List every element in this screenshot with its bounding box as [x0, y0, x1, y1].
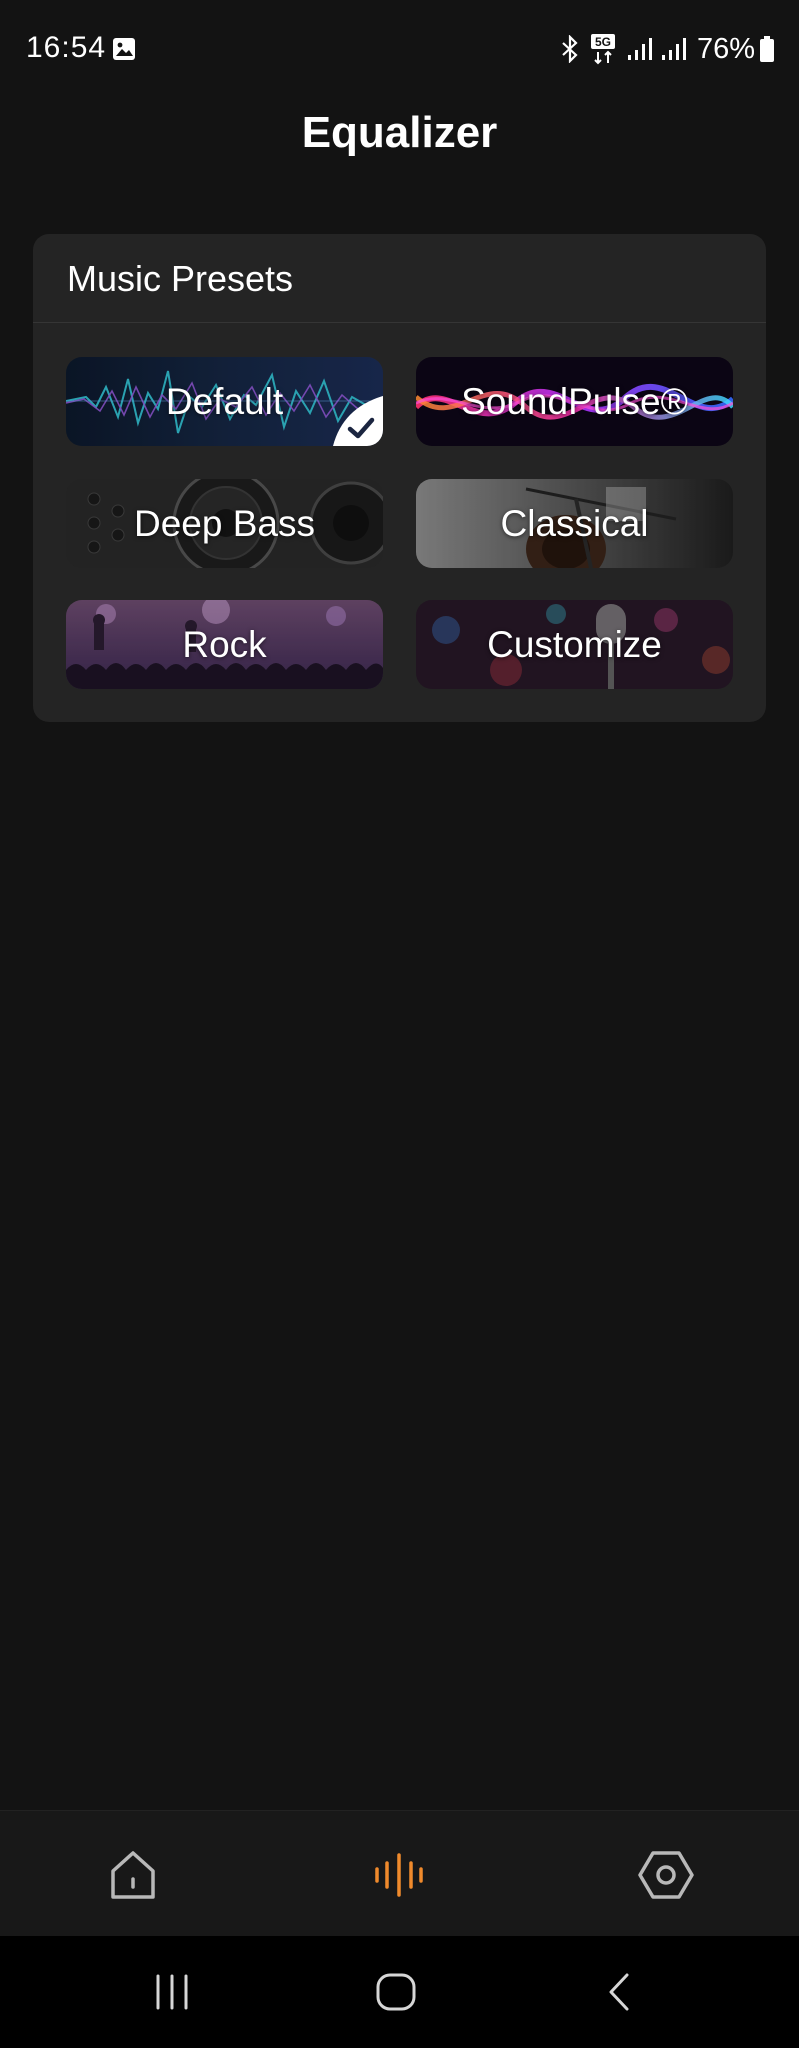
equalizer-icon — [375, 1853, 423, 1897]
preset-label: Customize — [487, 623, 662, 665]
image-icon — [113, 38, 135, 60]
back-button[interactable] — [590, 1962, 650, 2022]
recent-apps-button[interactable] — [142, 1962, 202, 2022]
bottom-nav — [0, 1810, 799, 1937]
preset-classical[interactable]: Classical — [416, 479, 733, 568]
page-title: Equalizer — [301, 108, 498, 157]
preset-label: SoundPulse® — [461, 380, 688, 422]
battery-icon — [760, 36, 774, 62]
preset-label: Classical — [500, 502, 649, 544]
preset-customize[interactable]: Customize — [416, 600, 733, 689]
recent-apps-icon — [156, 1974, 188, 2010]
equalizer-screen: 16:54 5G 76% Equalizer Music Presets Def… — [0, 0, 799, 2048]
signal-icon — [661, 38, 686, 60]
back-icon — [609, 1973, 629, 2011]
home-icon — [111, 1851, 155, 1899]
5g-icon: 5G — [590, 34, 615, 65]
card-title: Music Presets — [67, 258, 294, 299]
preset-rock[interactable]: Rock — [66, 600, 383, 689]
check-icon — [333, 396, 383, 446]
preset-deep-bass[interactable]: Deep Bass — [66, 479, 383, 568]
preset-label: Deep Bass — [134, 502, 315, 544]
status-time: 16:54 — [26, 31, 107, 64]
divider — [33, 322, 766, 323]
nav-home[interactable] — [103, 1845, 163, 1905]
svg-text:5G: 5G — [595, 35, 611, 49]
nav-settings[interactable] — [636, 1845, 696, 1905]
preset-default[interactable]: Default — [66, 357, 383, 446]
home-button[interactable] — [366, 1962, 426, 2022]
bluetooth-icon — [562, 35, 578, 63]
preset-soundpulse[interactable]: SoundPulse® — [416, 357, 733, 446]
settings-icon — [638, 1851, 694, 1899]
system-nav-bar — [0, 1936, 799, 2048]
battery-percent: 76% — [696, 32, 755, 65]
status-icons: 5G 76% — [551, 31, 775, 67]
music-presets-card: Music Presets Default SoundPulse® Deep B… — [33, 234, 766, 722]
signal-icon — [627, 38, 652, 60]
preset-label: Rock — [182, 623, 267, 665]
home-button-icon — [376, 1973, 416, 2011]
nav-equalizer[interactable] — [369, 1845, 429, 1905]
status-bar: 16:54 5G 76% — [0, 0, 799, 100]
